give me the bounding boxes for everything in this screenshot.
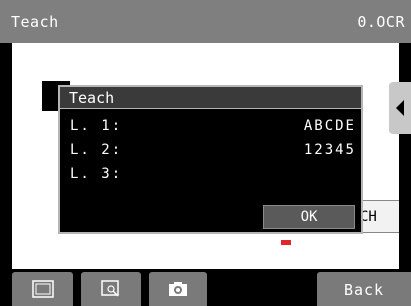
camera-icon [169,282,187,296]
ok-button[interactable]: OK [263,205,355,229]
line-label: L. 1: [70,118,123,134]
mode-indicator: 0.OCR [357,13,405,31]
zoom-button[interactable] [81,272,141,306]
chevron-left-icon [396,100,404,116]
line-row: L. 1: ABCDE [70,118,356,138]
side-panel-toggle[interactable] [389,82,411,134]
line-label: L. 2: [70,142,123,158]
camera-button[interactable] [149,272,207,306]
line-label: L. 3: [70,166,123,182]
line-row: L. 3: [70,166,356,186]
title-bar: Teach 0.OCR [0,0,411,43]
dialog-title: Teach [69,89,115,107]
zoom-icon [101,280,119,297]
back-button-label: Back [343,281,385,299]
status-marker [281,240,291,245]
back-button[interactable]: Back [317,272,411,306]
line-value: ABCDE [303,118,356,134]
line-value: 12345 [303,142,356,158]
ok-button-label: OK [300,209,318,225]
dialog-header: Teach [60,87,361,109]
line-row: L. 2: 12345 [70,142,356,162]
teach-dialog: Teach L. 1: ABCDE L. 2: 12345 L. 3: OK [58,85,363,234]
frame-button[interactable] [12,272,73,306]
page-title: Teach [11,13,59,31]
frame-icon [32,280,54,298]
